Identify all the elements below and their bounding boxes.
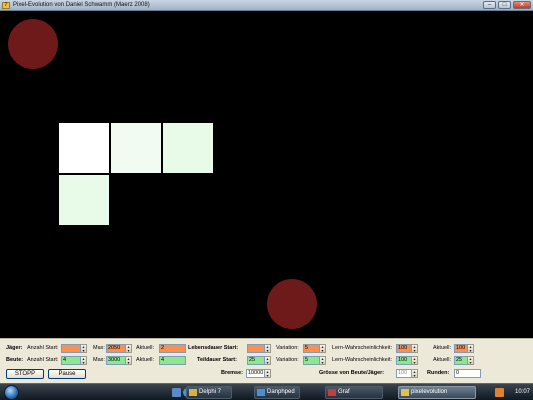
lebensdauer-aktuell-field[interactable]: 100	[454, 344, 468, 353]
spin-arrows-icon[interactable]: ▴ ▾	[126, 344, 132, 353]
teildauer-lern-field[interactable]: 100	[396, 356, 412, 365]
graf-icon	[328, 389, 336, 396]
desktop-icon[interactable]	[172, 388, 181, 397]
lebensdauer-aktuell-spin[interactable]: 100 ▴ ▾	[454, 344, 474, 353]
hunter-circle	[267, 279, 317, 329]
bremse-spin[interactable]: 10000 ▴ ▾	[246, 369, 271, 378]
beute-label: Beute:	[6, 357, 24, 363]
window-title: Pixel-Evolution von Daniel Schwamm (Maer…	[13, 2, 150, 8]
lebensdauer-lern-spin[interactable]: 100 ▴ ▾	[396, 344, 418, 353]
teildauer-aktuell-spin[interactable]: 25 ▴ ▾	[454, 356, 474, 365]
jaeger-aktuell-label: Aktuell:	[136, 345, 155, 351]
taskbar-item-delphi[interactable]: Delphi 7	[186, 386, 232, 399]
taskbar-item-graf[interactable]: Graf	[325, 386, 383, 399]
beute-aktuell-field: 4	[159, 356, 186, 365]
jaeger-anzahl-start-field[interactable]	[61, 344, 81, 353]
close-button[interactable]: ✕	[513, 1, 531, 9]
stop-button[interactable]: STOPP	[6, 369, 44, 379]
spin-arrows-icon[interactable]: ▴ ▾	[265, 369, 271, 378]
pixelevolution-icon	[401, 389, 409, 396]
start-button[interactable]	[4, 385, 19, 400]
lebensdauer-spin[interactable]: ▴ ▾	[247, 344, 271, 353]
spin-arrows-icon[interactable]: ▴ ▾	[412, 356, 418, 365]
prey-cell	[163, 123, 213, 173]
spin-arrows-icon[interactable]: ▴ ▾	[126, 356, 132, 365]
beute-aktuell-label: Aktuell:	[136, 357, 155, 363]
control-panel: Jäger: Anzahl Start: ▴ ▾ Max: 2050 ▴ ▾ Akt…	[0, 338, 533, 383]
groesse-field[interactable]: 100	[396, 369, 412, 378]
spin-arrows-icon[interactable]: ▴ ▾	[320, 356, 326, 365]
jaeger-anzahl-start-spin[interactable]: ▴ ▾	[61, 344, 87, 353]
lebensdauer-variation-field[interactable]: 5	[303, 344, 320, 353]
tray-icon[interactable]	[495, 388, 504, 397]
teildauer-variation-field[interactable]: 5	[303, 356, 320, 365]
jaeger-max-label: Max:	[93, 345, 105, 351]
jaeger-max-field[interactable]: 2050	[106, 344, 126, 353]
simulation-canvas[interactable]	[0, 11, 533, 338]
jaeger-label: Jäger:	[6, 345, 23, 351]
bremse-label: Bremse:	[221, 370, 244, 376]
delphi-icon	[189, 389, 197, 396]
spin-arrows-icon[interactable]: ▴ ▾	[265, 344, 271, 353]
taskbar-item-pixelevolution[interactable]: pixelevolution	[398, 386, 476, 399]
editor-icon	[257, 389, 265, 396]
teildauer-label: Teildauer Start:	[197, 357, 237, 363]
beute-anzahl-start-field[interactable]: 4	[61, 356, 81, 365]
beute-max-spin[interactable]: 3000 ▴ ▾	[106, 356, 132, 365]
title-bar[interactable]: 7 Pixel-Evolution von Daniel Schwamm (Ma…	[0, 0, 533, 11]
maximize-button[interactable]: □	[498, 1, 511, 9]
teildauer-variation-spin[interactable]: 5 ▴ ▾	[303, 356, 326, 365]
spin-arrows-icon[interactable]: ▴ ▾	[412, 344, 418, 353]
spin-arrows-icon[interactable]: ▴ ▾	[412, 369, 418, 378]
prey-cell	[111, 123, 161, 173]
teildauer-variation-label: Variation:	[276, 357, 299, 363]
prey-cell	[59, 175, 109, 225]
teildauer-lern-spin[interactable]: 100 ▴ ▾	[396, 356, 418, 365]
teildauer-field[interactable]: 25	[247, 356, 265, 365]
lebensdauer-variation-label: Variation:	[276, 345, 299, 351]
lebensdauer-aktuell-label: Aktuell:	[433, 345, 452, 351]
teildauer-aktuell-field[interactable]: 25	[454, 356, 468, 365]
lebensdauer-field[interactable]	[247, 344, 265, 353]
minimize-button[interactable]: –	[483, 1, 496, 9]
beute-anzahl-start-spin[interactable]: 4 ▴ ▾	[61, 356, 87, 365]
teildauer-lern-label: Lern-Wahrscheinlichkeit:	[332, 357, 393, 363]
spin-arrows-icon[interactable]: ▴ ▾	[81, 344, 87, 353]
groesse-spin[interactable]: 100 ▴ ▾	[396, 369, 418, 378]
system-tray: 10:07	[493, 385, 533, 400]
runden-label: Runden:	[427, 370, 450, 376]
hunter-circle	[8, 19, 58, 69]
pause-button[interactable]: Pause	[48, 369, 86, 379]
spin-arrows-icon[interactable]: ▴ ▾	[468, 356, 474, 365]
spin-arrows-icon[interactable]: ▴ ▾	[468, 344, 474, 353]
lebensdauer-lern-label: Lern-Wahrscheinlichkeit:	[332, 345, 393, 351]
spin-arrows-icon[interactable]: ▴ ▾	[320, 344, 326, 353]
bremse-field[interactable]: 10000	[246, 369, 265, 378]
jaeger-anzahl-start-label: Anzahl Start:	[27, 345, 59, 351]
spin-arrows-icon[interactable]: ▴ ▾	[265, 356, 271, 365]
lebensdauer-lern-field[interactable]: 100	[396, 344, 412, 353]
teildauer-spin[interactable]: 25 ▴ ▾	[247, 356, 271, 365]
taskbar: Delphi 7 Danphped Graf pixelevolution 10…	[0, 383, 533, 400]
beute-max-label: Max:	[93, 357, 105, 363]
beute-anzahl-start-label: Anzahl Start:	[27, 357, 59, 363]
lebensdauer-variation-spin[interactable]: 5 ▴ ▾	[303, 344, 326, 353]
spin-arrows-icon[interactable]: ▴ ▾	[81, 356, 87, 365]
teildauer-aktuell-label: Aktuell:	[433, 357, 452, 363]
jaeger-aktuell-field: 2	[159, 344, 186, 353]
groesse-label: Grösse von Beute/Jäger:	[319, 370, 385, 376]
jaeger-max-spin[interactable]: 2050 ▴ ▾	[106, 344, 132, 353]
taskbar-item-danphped[interactable]: Danphped	[254, 386, 300, 399]
runden-field: 0	[454, 369, 481, 378]
beute-max-field[interactable]: 3000	[106, 356, 126, 365]
prey-cell	[59, 123, 109, 173]
app-icon: 7	[2, 2, 10, 9]
clock[interactable]: 10:07	[515, 386, 530, 399]
lebensdauer-label: Lebensdauer Start:	[188, 345, 239, 351]
